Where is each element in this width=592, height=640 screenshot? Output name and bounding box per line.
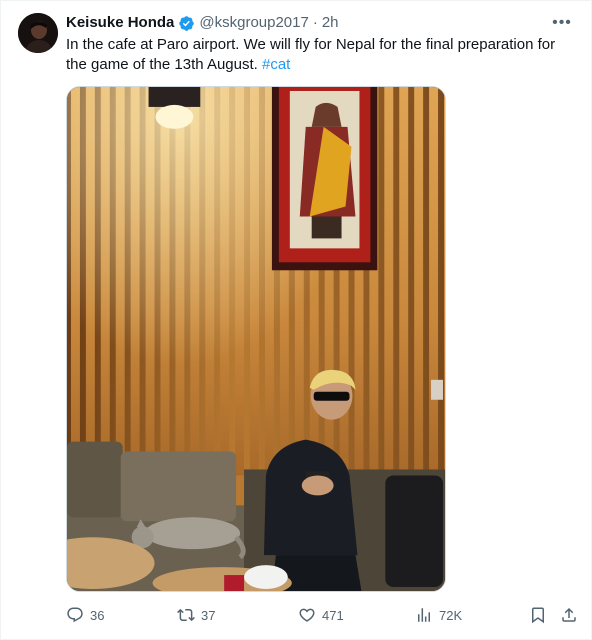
tweet-text: In the cafe at Paro airport. We will fly… bbox=[66, 35, 576, 75]
views-count: 72K bbox=[439, 607, 463, 623]
action-bar: 36 37 471 72K bbox=[66, 601, 578, 629]
retweet-count: 37 bbox=[201, 607, 216, 623]
separator-dot: · bbox=[312, 14, 318, 31]
avatar[interactable] bbox=[18, 13, 58, 53]
retweet-icon bbox=[177, 608, 195, 622]
like-count: 471 bbox=[322, 607, 344, 623]
author-handle[interactable]: @kskgroup2017 bbox=[199, 13, 308, 33]
views-icon bbox=[418, 608, 430, 622]
tweet-header: Keisuke Honda @kskgroup2017 · 2h bbox=[66, 13, 339, 33]
hashtag-link[interactable]: #cat bbox=[262, 56, 290, 73]
share-button[interactable] bbox=[560, 606, 578, 624]
retweet-button[interactable]: 37 bbox=[177, 606, 215, 624]
author-name[interactable]: Keisuke Honda bbox=[66, 13, 174, 33]
tweet-body: In the cafe at Paro airport. We will fly… bbox=[66, 36, 556, 73]
like-button[interactable]: 471 bbox=[298, 606, 344, 624]
tweet-card[interactable]: Keisuke Honda @kskgroup2017 · 2h ••• In … bbox=[0, 0, 592, 640]
tweet-photo[interactable] bbox=[66, 86, 446, 592]
bookmark-button[interactable] bbox=[529, 606, 547, 624]
bookmark-icon bbox=[532, 607, 544, 624]
verified-badge-icon bbox=[178, 15, 195, 32]
reply-icon bbox=[67, 607, 83, 623]
more-options-icon[interactable]: ••• bbox=[550, 11, 574, 35]
timestamp[interactable]: 2h bbox=[322, 13, 339, 33]
reply-button[interactable]: 36 bbox=[66, 606, 104, 624]
share-icon bbox=[562, 607, 576, 622]
reply-count: 36 bbox=[90, 607, 105, 623]
like-icon bbox=[299, 608, 315, 622]
views-button[interactable]: 72K bbox=[415, 606, 462, 624]
